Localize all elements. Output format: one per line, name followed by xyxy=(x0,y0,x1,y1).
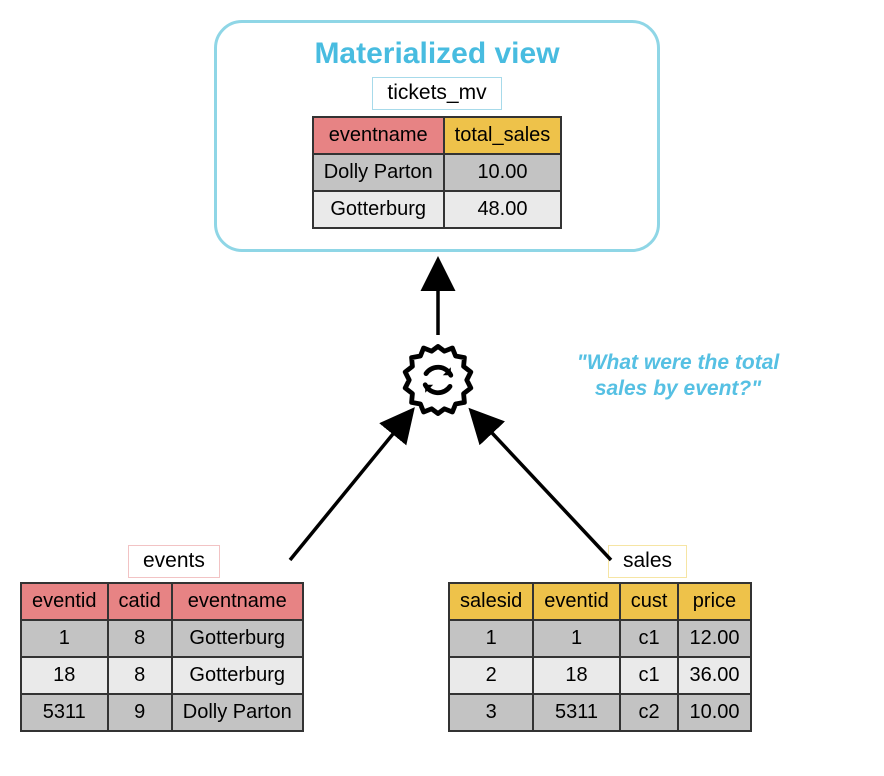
mv-table-body: Dolly Parton10.00Gotterburg48.00 xyxy=(313,154,562,228)
table-row: Gotterburg48.00 xyxy=(313,191,562,228)
events-caption: events xyxy=(128,545,220,578)
column-header: price xyxy=(678,583,750,620)
arrow-gear-to-mv xyxy=(420,260,460,340)
events-table-head: eventidcatideventname xyxy=(21,583,303,620)
table-cell: 18 xyxy=(533,657,620,694)
table-cell: 5311 xyxy=(21,694,108,731)
table-cell: 8 xyxy=(108,620,172,657)
sales-table-body: 11c112.00218c136.0035311c210.00 xyxy=(449,620,751,731)
column-header: eventid xyxy=(21,583,108,620)
table-cell: 1 xyxy=(21,620,108,657)
materialized-view-panel: Materialized view tickets_mv eventnameto… xyxy=(214,20,660,252)
table-cell: 5311 xyxy=(533,694,620,731)
table-cell: 36.00 xyxy=(678,657,750,694)
table-cell: 2 xyxy=(449,657,533,694)
table-cell: Gotterburg xyxy=(172,620,303,657)
table-cell: Gotterburg xyxy=(172,657,303,694)
table-cell: c1 xyxy=(620,620,679,657)
table-cell: Dolly Parton xyxy=(313,154,444,191)
column-header: cust xyxy=(620,583,679,620)
sales-table-head: salesideventidcustprice xyxy=(449,583,751,620)
table-cell: 12.00 xyxy=(678,620,750,657)
mv-caption: tickets_mv xyxy=(372,77,501,110)
column-header: catid xyxy=(108,583,172,620)
table-cell: c1 xyxy=(620,657,679,694)
mv-table-head: eventnametotal_sales xyxy=(313,117,562,154)
table-row: 11c112.00 xyxy=(449,620,751,657)
query-quote: "What were the total sales by event?" xyxy=(548,350,808,403)
table-cell: Gotterburg xyxy=(313,191,444,228)
table-cell: 9 xyxy=(108,694,172,731)
table-cell: 1 xyxy=(533,620,620,657)
column-header: eventname xyxy=(172,583,303,620)
table-row: 218c136.00 xyxy=(449,657,751,694)
table-cell: 1 xyxy=(449,620,533,657)
table-cell: 48.00 xyxy=(444,191,562,228)
events-table: eventidcatideventname 18Gotterburg188Got… xyxy=(20,582,304,732)
events-table-body: 18Gotterburg188Gotterburg53119Dolly Part… xyxy=(21,620,303,731)
table-row: 53119Dolly Parton xyxy=(21,694,303,731)
column-header: eventid xyxy=(533,583,620,620)
table-cell: 3 xyxy=(449,694,533,731)
table-cell: 10.00 xyxy=(678,694,750,731)
table-row: 188Gotterburg xyxy=(21,657,303,694)
arrow-events-to-gear xyxy=(278,400,428,570)
table-row: Dolly Parton10.00 xyxy=(313,154,562,191)
column-header: total_sales xyxy=(444,117,562,154)
sales-table: salesideventidcustprice 11c112.00218c136… xyxy=(448,582,752,732)
mv-table: eventnametotal_sales Dolly Parton10.00Go… xyxy=(312,116,563,229)
column-header: salesid xyxy=(449,583,533,620)
arrow-sales-to-gear xyxy=(456,400,626,570)
table-cell: 18 xyxy=(21,657,108,694)
table-cell: Dolly Parton xyxy=(172,694,303,731)
table-row: 35311c210.00 xyxy=(449,694,751,731)
materialized-view-title: Materialized view xyxy=(217,37,657,71)
table-cell: 10.00 xyxy=(444,154,562,191)
table-cell: c2 xyxy=(620,694,679,731)
table-row: 18Gotterburg xyxy=(21,620,303,657)
column-header: eventname xyxy=(313,117,444,154)
table-cell: 8 xyxy=(108,657,172,694)
